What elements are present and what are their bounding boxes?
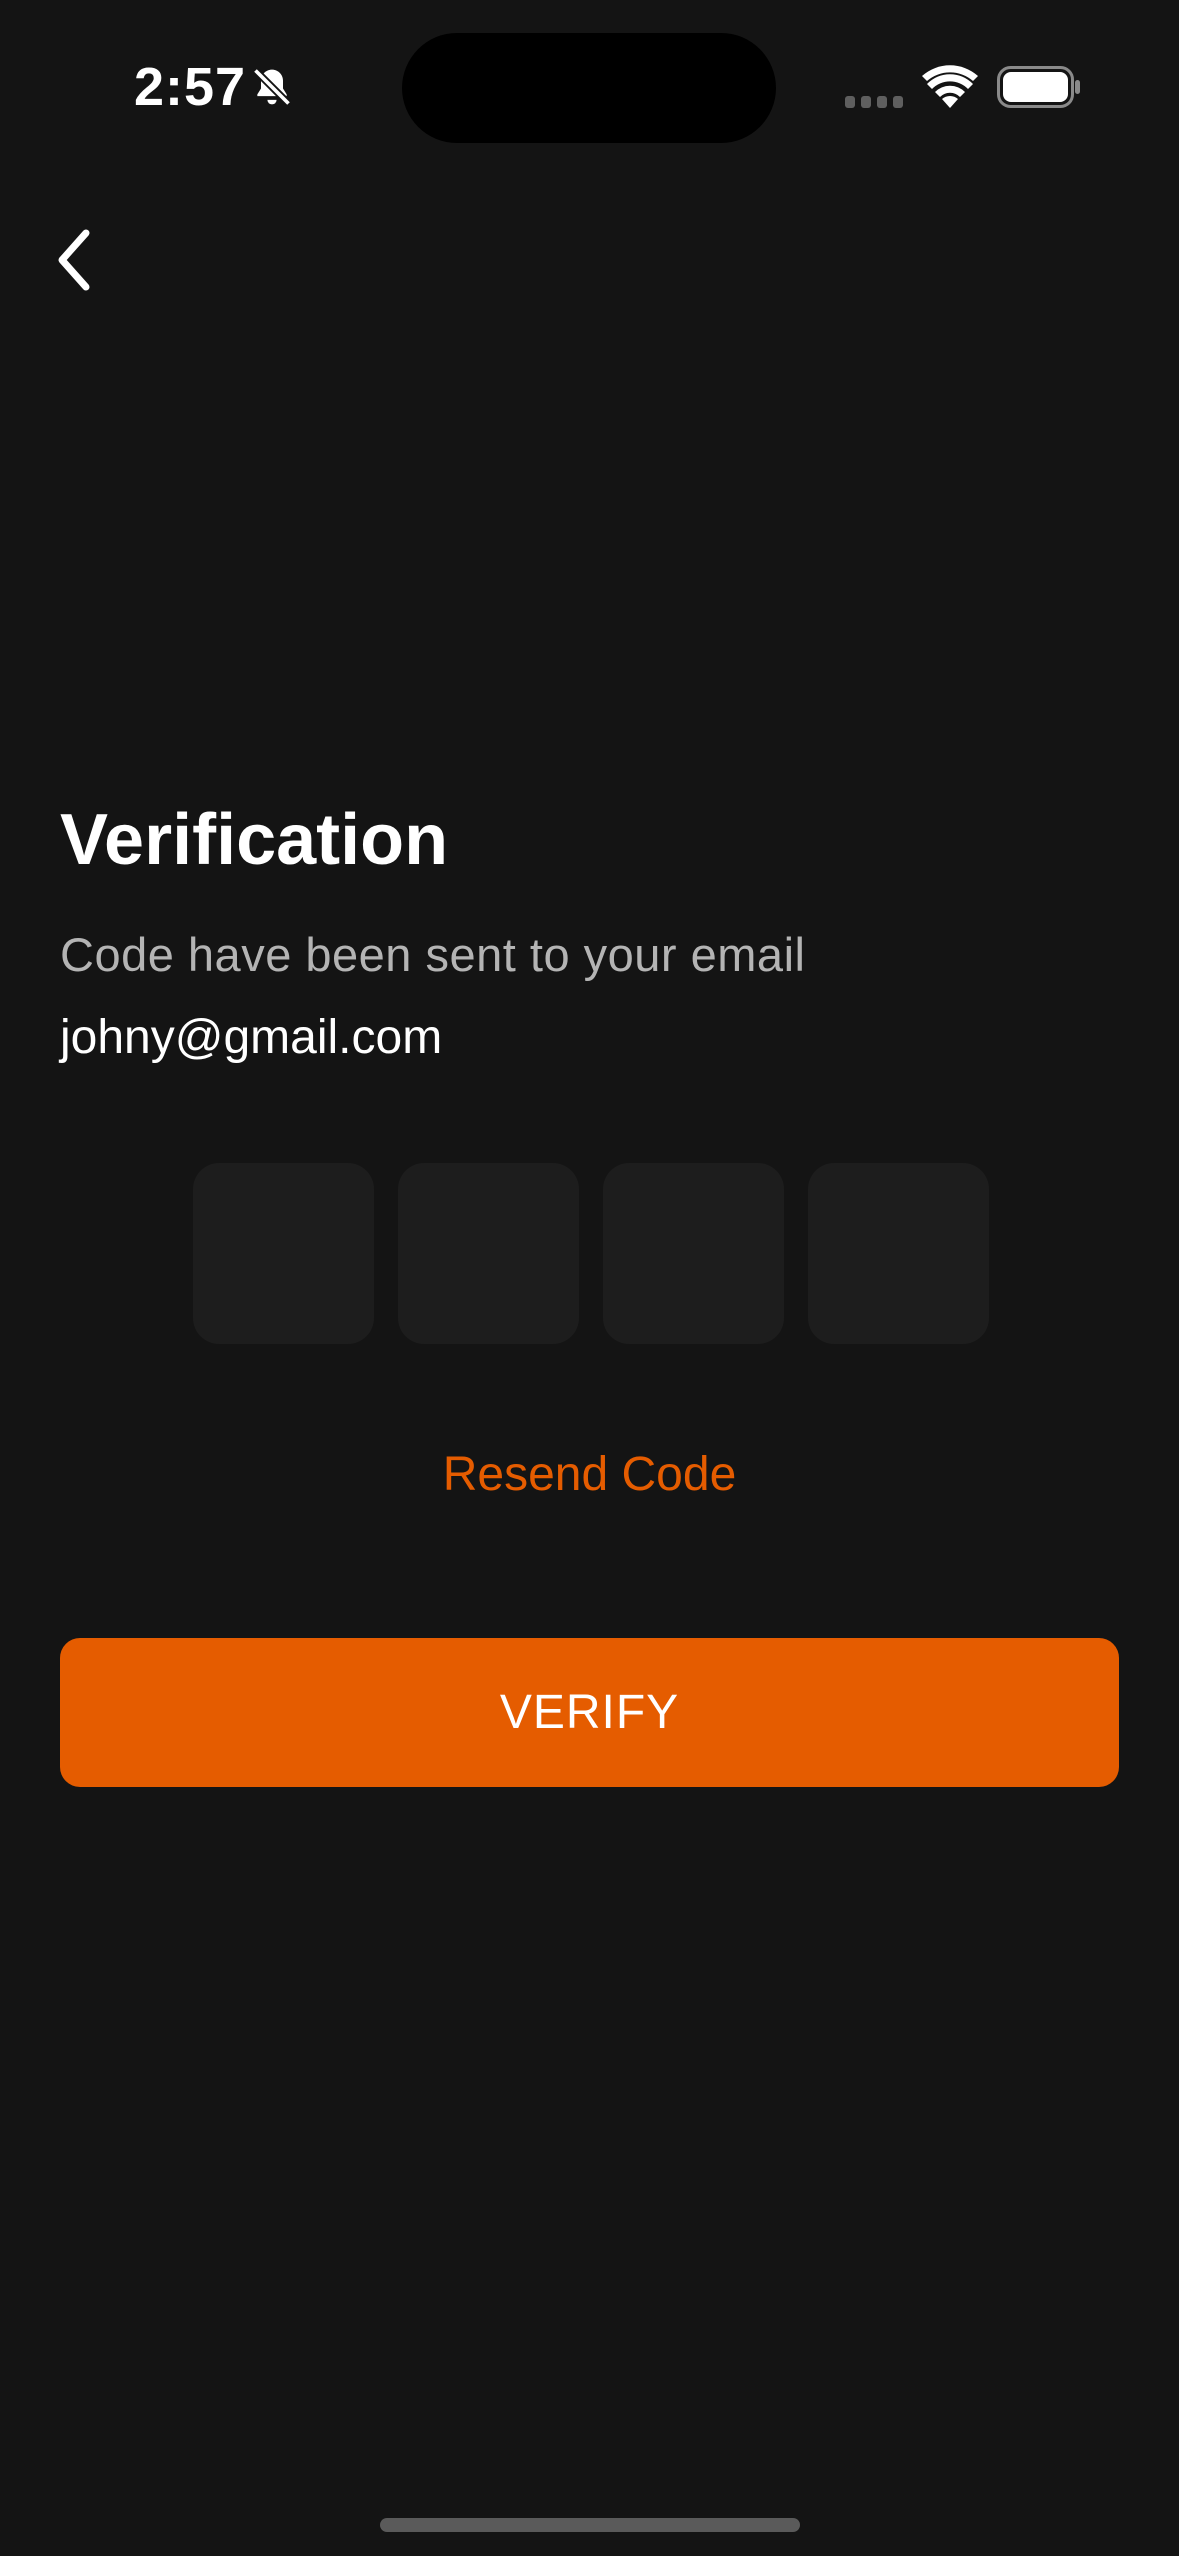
otp-digit-1[interactable] bbox=[193, 1163, 374, 1344]
subtitle-text: Code have been sent to your email bbox=[60, 928, 806, 981]
battery-icon bbox=[997, 66, 1080, 108]
page-title: Verification bbox=[60, 800, 449, 880]
dynamic-island bbox=[402, 33, 776, 143]
otp-digit-3[interactable] bbox=[603, 1163, 784, 1344]
verify-button[interactable]: VERIFY bbox=[60, 1638, 1119, 1787]
bell-slash-icon bbox=[252, 67, 292, 107]
wifi-icon bbox=[922, 65, 978, 108]
otp-digit-2[interactable] bbox=[398, 1163, 579, 1344]
otp-digit-4[interactable] bbox=[808, 1163, 989, 1344]
status-time: 2:57 bbox=[134, 57, 247, 117]
signal-icon bbox=[845, 96, 903, 108]
home-indicator bbox=[380, 2518, 800, 2532]
back-button[interactable] bbox=[50, 215, 120, 305]
otp-input-row bbox=[193, 1163, 989, 1344]
chevron-left-icon bbox=[58, 229, 90, 291]
resend-code-link[interactable]: Resend Code bbox=[0, 1440, 1179, 1510]
email-text: johny@gmail.com bbox=[60, 1011, 443, 1064]
